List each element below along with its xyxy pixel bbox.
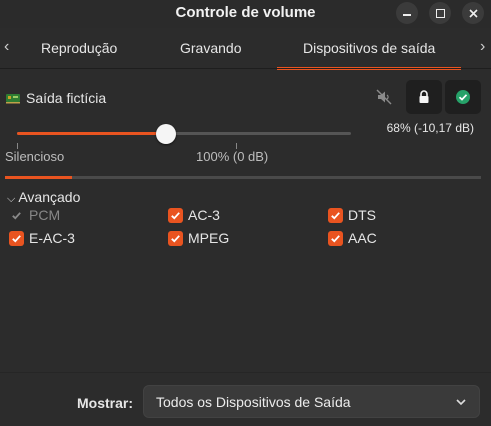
lock-channels-button[interactable] — [406, 80, 442, 114]
format-checkbox[interactable]: AC-3 — [168, 206, 220, 224]
footer-separator — [0, 372, 491, 373]
checkmark-icon — [168, 207, 183, 223]
show-devices-select[interactable]: Todos os Dispositivos de Saída — [143, 385, 480, 418]
format-label: PCM — [29, 207, 61, 223]
checkmark-icon — [328, 207, 343, 223]
sound-card-icon — [6, 94, 20, 104]
minimize-button[interactable] — [396, 2, 418, 24]
format-checkbox[interactable]: E-AC-3 — [9, 229, 75, 247]
checkmark-icon — [168, 230, 183, 246]
lock-icon — [419, 90, 429, 103]
speaker-muted-icon[interactable] — [375, 88, 393, 106]
format-label: E-AC-3 — [29, 230, 75, 246]
tabs-scroll-right-button[interactable]: › — [480, 38, 485, 56]
maximize-icon — [435, 8, 445, 18]
format-label: AC-3 — [188, 207, 220, 223]
format-checkbox[interactable]: DTS — [328, 206, 376, 224]
checkmark-icon — [328, 230, 343, 246]
maximize-button[interactable] — [429, 2, 451, 24]
volume-readout: 68% (-10,17 dB) — [386, 121, 474, 135]
minimize-icon — [403, 14, 411, 16]
tab-output-devices[interactable]: Dispositivos de saída — [276, 40, 462, 70]
advanced-expander[interactable]: ⌵ Avançado — [7, 189, 80, 206]
mark-silent-label: Silencioso — [5, 149, 65, 164]
volume-slider-handle[interactable] — [155, 124, 176, 144]
tabs-scroll-left-button[interactable]: ‹ — [4, 38, 9, 56]
volume-slider-fill — [17, 132, 166, 135]
advanced-label: Avançado — [18, 189, 81, 205]
mark-normal-label: 100% (0 dB) — [196, 149, 269, 164]
format-checkbox[interactable]: MPEG — [168, 229, 229, 247]
close-icon — [468, 8, 478, 18]
checkmark-icon — [9, 230, 24, 246]
level-meter-fill — [5, 176, 72, 179]
show-label: Mostrar: — [77, 395, 134, 411]
tab-playback[interactable]: Reprodução — [41, 40, 117, 56]
format-label: DTS — [348, 207, 376, 223]
set-default-button[interactable] — [445, 80, 481, 114]
chevron-down-icon — [456, 399, 466, 406]
level-meter — [5, 176, 481, 179]
format-checkbox[interactable]: AAC — [328, 229, 377, 247]
tab-recording[interactable]: Gravando — [180, 40, 241, 56]
checkmark-icon — [9, 208, 24, 223]
tab-bar: ‹ Reprodução Gravando Dispositivos de sa… — [0, 30, 491, 70]
format-checkbox: PCM — [9, 206, 60, 224]
check-circle-icon — [456, 90, 470, 104]
show-devices-value: Todos os Dispositivos de Saída — [156, 394, 351, 410]
format-label: AAC — [348, 230, 377, 246]
format-label: MPEG — [188, 230, 230, 246]
close-button[interactable] — [462, 2, 484, 24]
chevron-down-icon: ⌵ — [7, 193, 16, 205]
title-bar: Controle de volume — [0, 0, 491, 28]
device-name: Saída fictícia — [26, 90, 107, 106]
tab-separator — [0, 68, 491, 69]
